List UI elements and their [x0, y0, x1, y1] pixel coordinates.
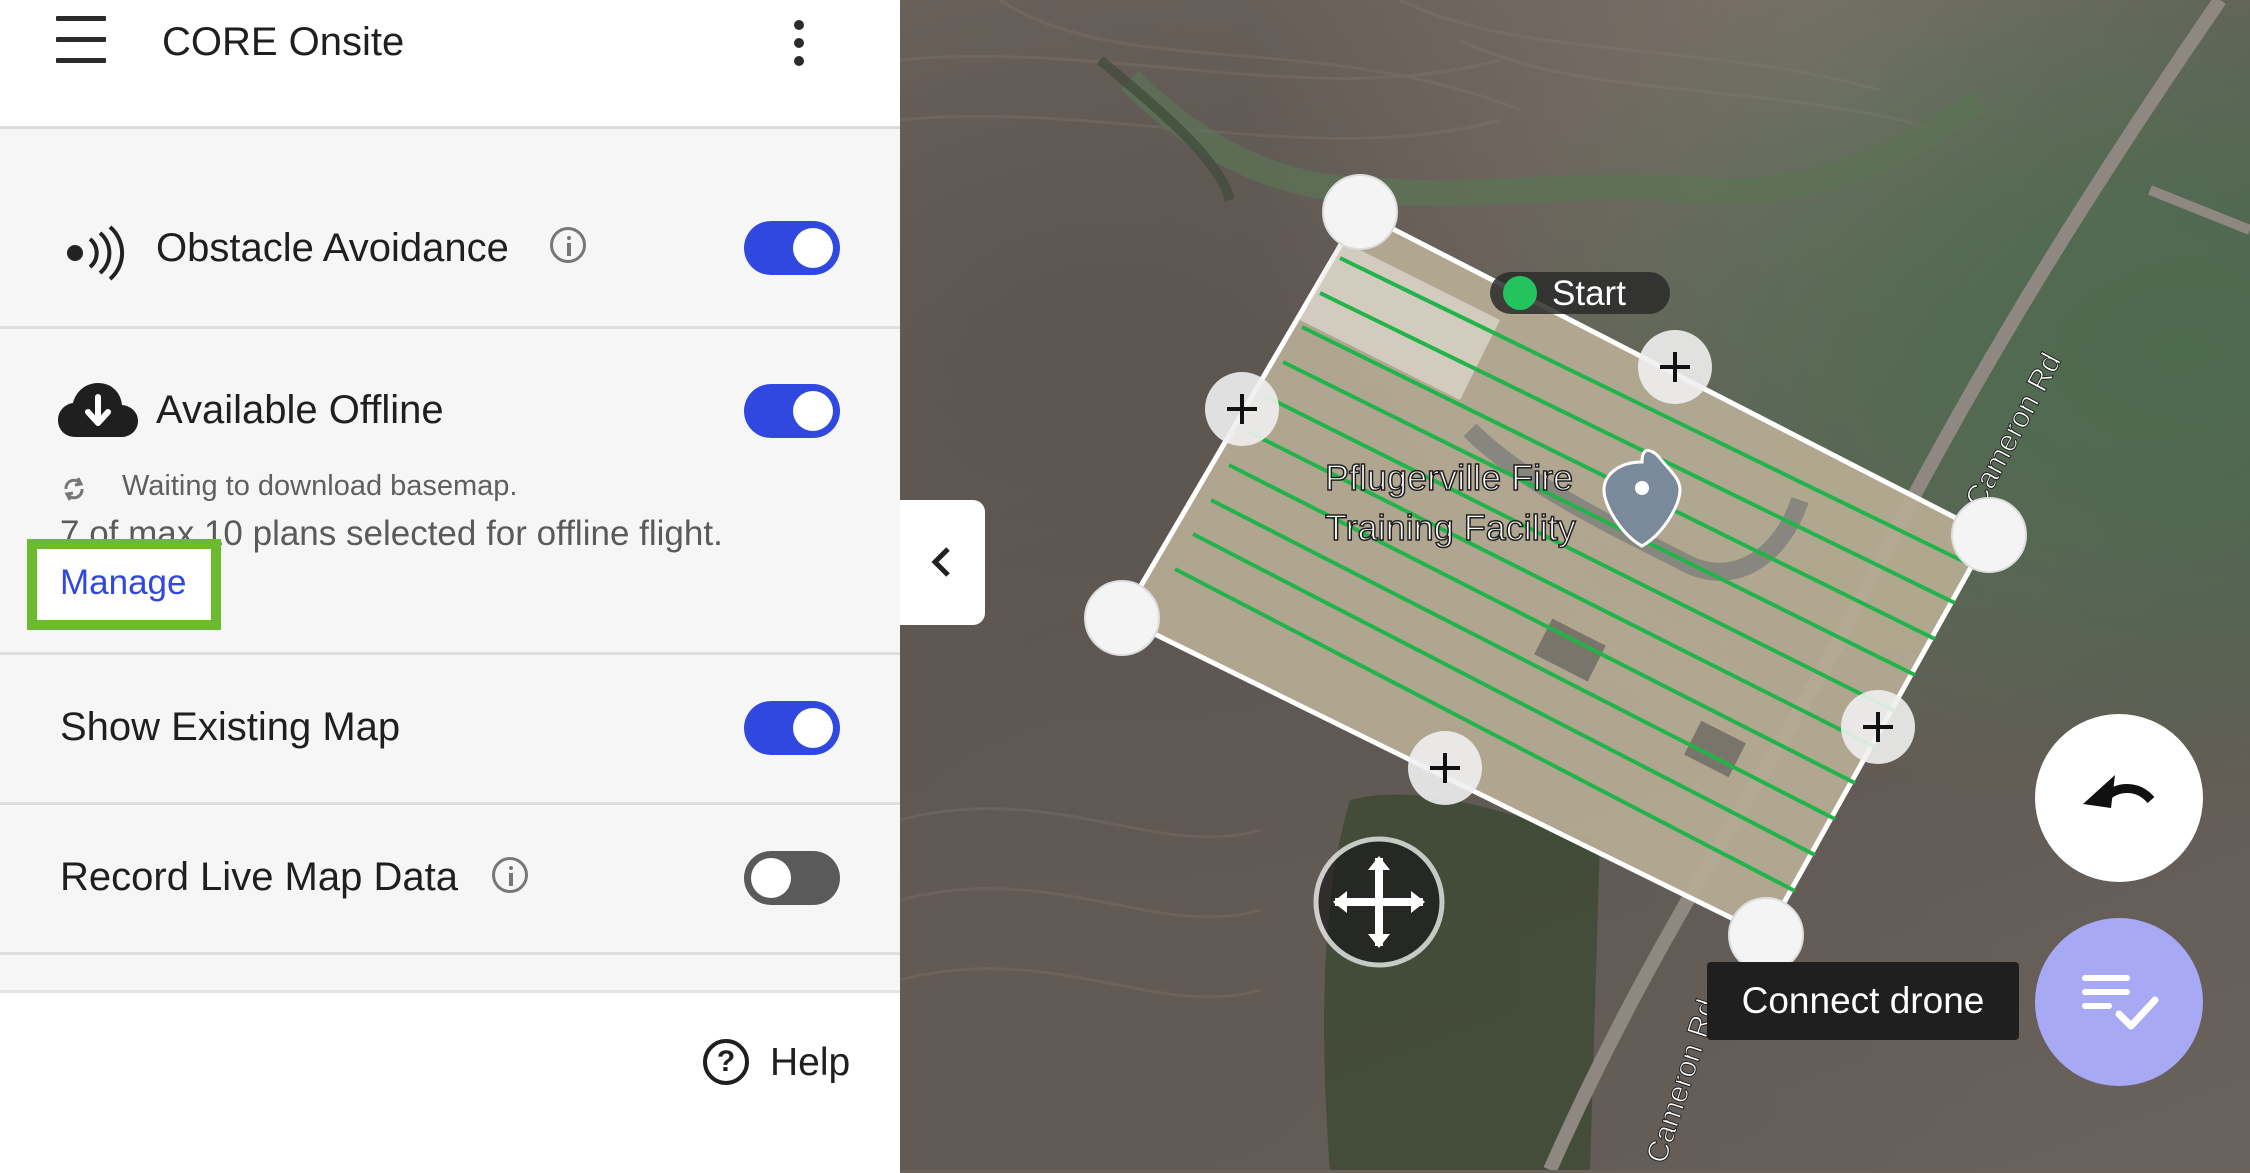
app-bar: CORE Onsite [0, 0, 900, 129]
sync-icon [64, 477, 84, 501]
help-label: Help [770, 1041, 851, 1084]
hamburger-menu-icon[interactable] [52, 16, 112, 76]
undo-icon [2083, 775, 2155, 808]
available-offline-toggle[interactable] [744, 384, 840, 438]
add-vertex-icon[interactable] [1841, 690, 1915, 764]
move-polygon-icon[interactable] [1313, 836, 1445, 968]
record-live-map-toggle[interactable] [744, 851, 840, 905]
vertex-handle[interactable] [1322, 174, 1398, 250]
info-icon[interactable] [492, 857, 528, 893]
info-icon[interactable] [550, 227, 586, 263]
vertex-handle[interactable] [1728, 897, 1804, 973]
settings-panel: CORE Onsite Obstacle Avoidance Available… [0, 0, 901, 1173]
checklist-button[interactable] [2035, 918, 2203, 1086]
manage-link[interactable]: Manage [60, 558, 186, 608]
vertex-handle[interactable] [1951, 497, 2027, 573]
add-vertex-icon[interactable] [1408, 731, 1482, 805]
radar-signal-icon [67, 225, 125, 281]
place-label: Pflugerville Fire [1325, 457, 1573, 498]
start-marker: Start [1490, 272, 1670, 314]
vertex-handle[interactable] [1084, 580, 1160, 656]
place-label: Training Facility [1325, 507, 1576, 548]
setting-row-show-existing-map: Show Existing Map [0, 655, 900, 805]
help-icon: ? [703, 1039, 749, 1085]
connect-drone-tooltip: Connect drone [1707, 962, 2019, 1040]
show-existing-map-toggle[interactable] [744, 701, 840, 755]
cloud-download-icon [58, 383, 138, 437]
collapse-panel-button[interactable] [900, 500, 985, 625]
checklist-icon [2082, 975, 2159, 1030]
show-existing-map-label: Show Existing Map [60, 705, 401, 749]
add-vertex-icon[interactable] [1205, 372, 1279, 446]
offline-status-text: Waiting to download basemap. [122, 470, 518, 502]
panel-footer [0, 990, 900, 1173]
undo-button[interactable] [2035, 714, 2203, 882]
obstacle-avoidance-label: Obstacle Avoidance [156, 226, 509, 270]
available-offline-label: Available Offline [156, 388, 444, 432]
chevron-left-icon [931, 547, 950, 577]
app-title: CORE Onsite [162, 20, 405, 64]
obstacle-avoidance-toggle[interactable] [744, 221, 840, 275]
setting-row-record-live-map: Record Live Map Data [0, 805, 900, 955]
setting-row-obstacle-avoidance: Obstacle Avoidance [0, 129, 900, 329]
record-live-map-label: Record Live Map Data [60, 855, 458, 899]
more-options-icon[interactable] [776, 16, 820, 76]
start-label: Start [1552, 274, 1626, 313]
add-vertex-icon[interactable] [1638, 330, 1712, 404]
